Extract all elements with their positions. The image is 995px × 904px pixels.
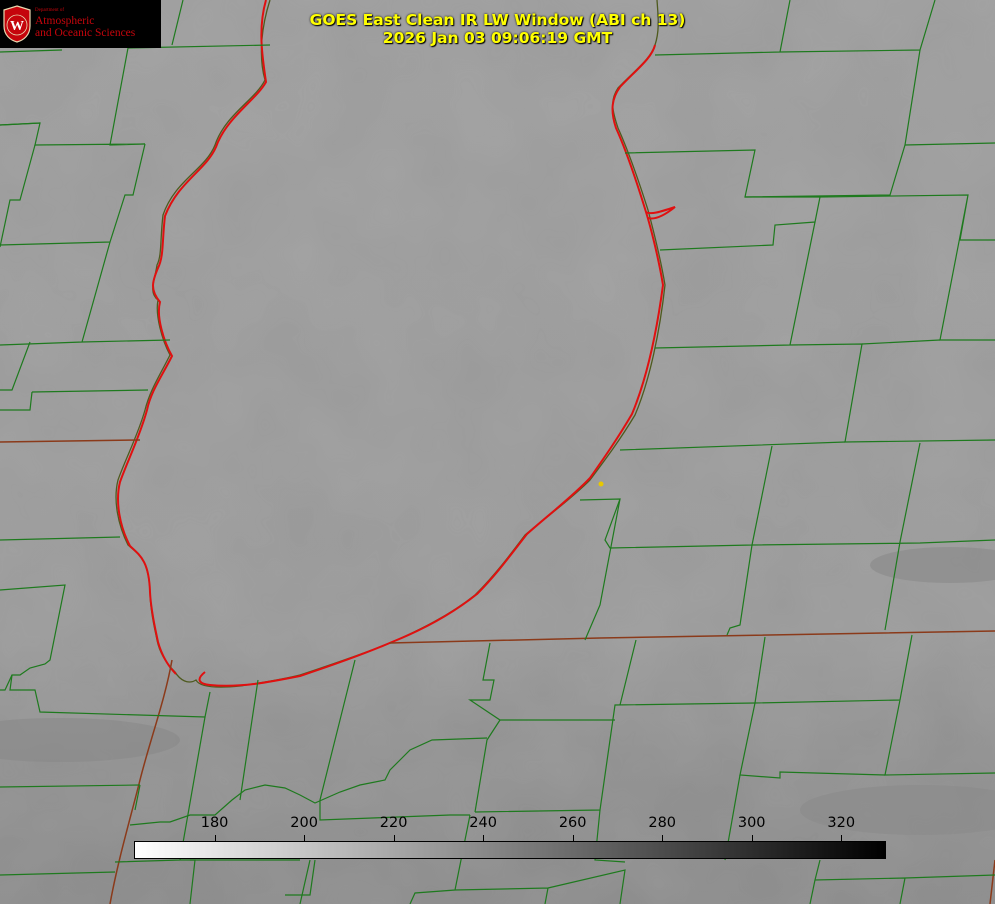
colorbar [134, 841, 886, 859]
colorbar-tick-label: 220 [379, 815, 408, 831]
colorbar-tick-label: 260 [558, 815, 587, 831]
colorbar-tick-label: 280 [648, 815, 677, 831]
title-product: GOES East Clean IR LW Window (ABI ch 13) [309, 11, 686, 29]
ir-texture [0, 0, 995, 904]
station-marker [598, 481, 604, 487]
colorbar-tick-label: 200 [290, 815, 318, 831]
satellite-map: W Department of Atmospheric and Oceanic … [0, 0, 995, 904]
colorbar-tick-label: 300 [737, 815, 766, 831]
image-title: GOES East Clean IR LW Window (ABI ch 13)… [0, 11, 995, 47]
map-canvas [0, 0, 995, 904]
colorbar-tick-label: 320 [827, 815, 856, 831]
colorbar-tick-label: 240 [469, 815, 497, 831]
title-timestamp: 2026 Jan 03 09:06:19 GMT [382, 29, 613, 47]
colorbar-tick-label: 180 [200, 815, 229, 831]
